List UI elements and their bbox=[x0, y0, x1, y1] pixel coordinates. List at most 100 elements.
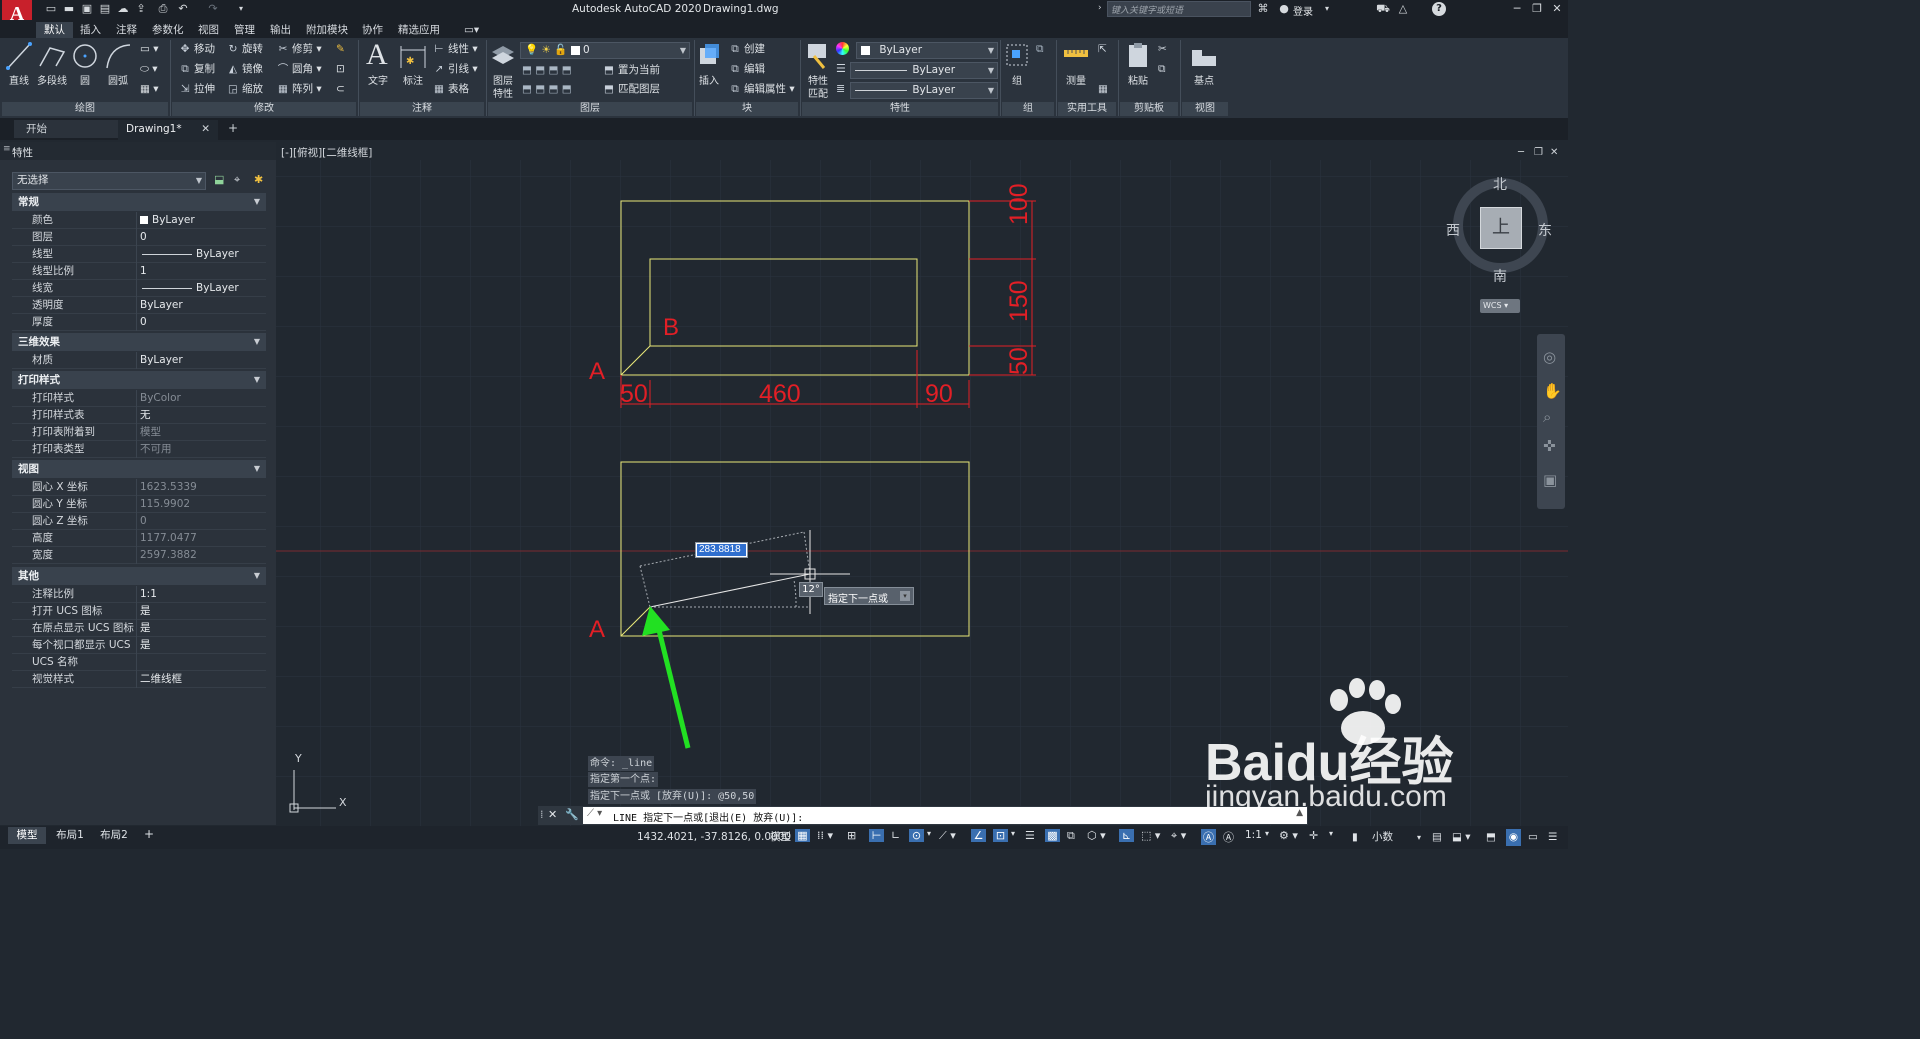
paste-icon[interactable] bbox=[1126, 42, 1152, 70]
annotation-scale[interactable]: 1:1 bbox=[1245, 829, 1262, 841]
linear-button[interactable]: ⊢ 线性 ▾ bbox=[432, 40, 477, 58]
layout-tab-layout1[interactable]: 布局1 bbox=[50, 827, 90, 844]
dimension-label[interactable]: 标注 bbox=[398, 72, 428, 87]
color-wheel-icon[interactable] bbox=[836, 42, 849, 55]
tab-annotate[interactable]: 注释 bbox=[108, 22, 145, 38]
scale-button[interactable]: ◲ 缩放 bbox=[226, 80, 263, 98]
lock-ui-icon[interactable]: ⬓ ▾ bbox=[1452, 829, 1471, 846]
tab-parametric[interactable]: 参数化 bbox=[144, 22, 192, 38]
osnap-dropdown-icon[interactable]: ▾ bbox=[1011, 829, 1015, 838]
grid-icon[interactable]: ▦ bbox=[795, 829, 810, 842]
stretch-button[interactable]: ⇲ 拉伸 bbox=[178, 80, 215, 98]
text-label[interactable]: 文字 bbox=[364, 72, 392, 87]
layer-dropdown[interactable]: 💡 ☀ 🔓 0 ▼ bbox=[520, 42, 690, 59]
utilities-panel-title[interactable]: 实用工具 bbox=[1058, 102, 1116, 116]
login-dropdown-icon[interactable]: ▾ bbox=[1320, 2, 1334, 16]
viewcube-top-face[interactable]: 上 bbox=[1480, 207, 1522, 249]
array-button[interactable]: ▦ 阵列 ▾ bbox=[276, 80, 322, 98]
workspace-gear-icon[interactable]: ⚙ ▾ bbox=[1279, 829, 1298, 842]
gradient-icon[interactable]: ▦ ▾ bbox=[140, 80, 159, 98]
prompt-options-icon[interactable]: ▾ bbox=[900, 591, 910, 601]
property-row[interactable]: 视觉样式 二维线框 bbox=[12, 671, 266, 688]
property-row[interactable]: 打开 UCS 图标 是 bbox=[12, 603, 266, 620]
snap-icon[interactable]: ⁞⁞ ▾ bbox=[817, 829, 833, 842]
linetype-dropdown[interactable]: ByLayer ▼ bbox=[850, 62, 998, 79]
units-value[interactable]: 小数 bbox=[1372, 829, 1393, 846]
isodraft-icon[interactable]: ⟋ ▾ bbox=[939, 829, 956, 843]
property-row[interactable]: 打印表类型 不可用 bbox=[12, 441, 266, 458]
ortho-icon[interactable]: ∟ bbox=[891, 829, 900, 842]
collapse-icon[interactable]: ▼ bbox=[254, 371, 260, 389]
modify-panel-title[interactable]: 修改 bbox=[172, 102, 356, 116]
add-layout-icon[interactable]: + bbox=[144, 827, 154, 841]
property-row[interactable]: 打印表附着到 模型 bbox=[12, 424, 266, 441]
polar-dropdown-icon[interactable]: ▾ bbox=[927, 829, 931, 838]
tab-drawing1[interactable]: Drawing1* ✕ bbox=[118, 120, 218, 140]
search-input[interactable]: 键入关键字或短语 bbox=[1107, 1, 1251, 17]
rectangle-icon[interactable]: ▭ ▾ bbox=[140, 40, 159, 58]
property-row[interactable]: 在原点显示 UCS 图标是 bbox=[12, 620, 266, 637]
palette-menu-icon[interactable]: ≡ bbox=[3, 144, 11, 154]
measure-label[interactable]: 测量 bbox=[1060, 72, 1092, 87]
base-label[interactable]: 基点 bbox=[1188, 72, 1220, 87]
text-icon[interactable]: A bbox=[366, 38, 388, 72]
section-misc[interactable]: 其他 ▼ bbox=[12, 567, 266, 585]
layout-tab-model[interactable]: 模型 bbox=[8, 827, 46, 844]
mirror-button[interactable]: ◭ 镜像 bbox=[226, 60, 263, 78]
plot-icon[interactable]: ⎙ bbox=[156, 2, 170, 16]
group-label[interactable]: 组 bbox=[1004, 72, 1030, 87]
copy-button[interactable]: ⧉ 复制 bbox=[178, 60, 215, 78]
hatch-icon[interactable]: ⬭ ▾ bbox=[140, 60, 158, 78]
cut-icon[interactable]: ✂ bbox=[1158, 40, 1167, 58]
model-space-button[interactable]: 模型 bbox=[770, 829, 791, 846]
units-icon[interactable]: ▮ bbox=[1352, 829, 1358, 846]
help-icon[interactable]: ? bbox=[1432, 2, 1446, 16]
close-tab-icon[interactable]: ✕ bbox=[201, 120, 210, 138]
quick-properties-icon[interactable]: ▤ bbox=[1432, 829, 1442, 846]
viewport-close-icon[interactable]: ✕ bbox=[1550, 147, 1558, 158]
open-web-icon[interactable]: ☁ bbox=[116, 2, 130, 16]
rotate-button[interactable]: ↻ 旋转 bbox=[226, 40, 263, 58]
viewport-minimize-icon[interactable]: ─ bbox=[1518, 147, 1524, 158]
clean-screen-icon[interactable]: ▭ bbox=[1528, 829, 1538, 846]
collapse-icon[interactable]: ▼ bbox=[254, 193, 260, 211]
dimension-icon[interactable]: ✱ bbox=[398, 42, 428, 70]
property-row[interactable]: 每个视口都显示 UCS 是 bbox=[12, 637, 266, 654]
infer-icon[interactable]: ⊞ bbox=[847, 829, 856, 842]
restore-icon[interactable]: ❐ bbox=[1530, 2, 1544, 16]
tab-view[interactable]: 视图 bbox=[190, 22, 227, 38]
object-snap-icon[interactable]: ⊡ bbox=[993, 829, 1008, 842]
polyline-icon[interactable] bbox=[38, 42, 66, 70]
utility-tools[interactable]: ⇱ bbox=[1098, 40, 1107, 58]
tab-start[interactable]: 开始 bbox=[14, 120, 118, 138]
collapse-icon[interactable]: ▼ bbox=[254, 567, 260, 585]
tab-insert[interactable]: 插入 bbox=[72, 22, 109, 38]
section-view[interactable]: 视图 ▼ bbox=[12, 460, 266, 478]
pan-icon[interactable]: ✋ bbox=[1543, 382, 1562, 400]
linetype-icon[interactable]: ☰ bbox=[836, 62, 846, 75]
explode-icon[interactable]: ⊡ bbox=[336, 60, 345, 78]
selection-dropdown[interactable]: 无选择 ▼ bbox=[12, 172, 206, 190]
property-row[interactable]: UCS 名称 bbox=[12, 654, 266, 671]
orbit-icon[interactable]: ✜ bbox=[1543, 437, 1556, 455]
layers-panel-title[interactable]: 图层 bbox=[488, 102, 692, 116]
user-icon[interactable]: ● bbox=[1277, 2, 1291, 16]
tab-collaborate[interactable]: 协作 bbox=[354, 22, 391, 38]
zoom-icon[interactable]: ⌕ bbox=[1543, 408, 1551, 426]
polar-icon[interactable]: ⊙ bbox=[909, 829, 924, 842]
qat-dropdown-icon[interactable]: ▾ bbox=[234, 2, 248, 16]
match-properties-label-2[interactable]: 匹配 bbox=[804, 85, 832, 100]
viewport-label[interactable]: [-][俯视][二维线框] bbox=[281, 145, 372, 160]
annotation-panel-title[interactable]: 注释 bbox=[360, 102, 484, 116]
circle-icon[interactable] bbox=[72, 42, 98, 70]
save-as-icon[interactable]: ▤ bbox=[98, 2, 112, 16]
layer-properties-icon[interactable] bbox=[490, 42, 516, 70]
match-properties-icon[interactable] bbox=[806, 42, 830, 70]
ribbon-options-icon[interactable]: ▭▾ bbox=[456, 22, 487, 38]
save-icon[interactable]: ▣ bbox=[80, 2, 94, 16]
layer-tools-row1[interactable]: ⬒ ⬒ ⬒ ⬒ bbox=[522, 61, 572, 79]
groups-panel-title[interactable]: 组 bbox=[1002, 102, 1054, 116]
3d-osnap-icon[interactable]: ⬡ ▾ bbox=[1087, 829, 1106, 842]
view-panel-title[interactable]: 视图 bbox=[1182, 102, 1228, 116]
arc-icon[interactable] bbox=[104, 42, 132, 70]
